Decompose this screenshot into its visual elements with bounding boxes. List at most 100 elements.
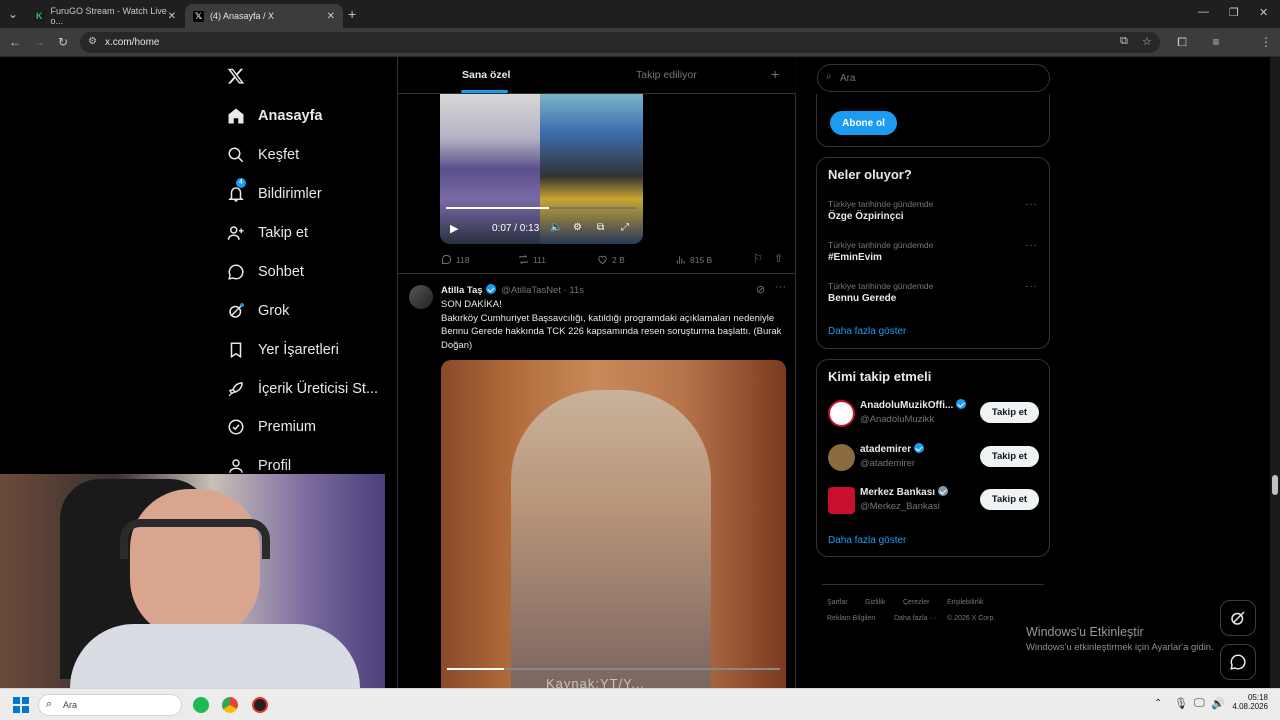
nav-explore[interactable]: Keşfet: [227, 143, 299, 167]
tweet-author-name[interactable]: Atilla Taş: [441, 285, 483, 296]
media-icon[interactable]: ≡: [1209, 35, 1223, 49]
taskbar-clock[interactable]: 05:18 4.08.2026: [1230, 693, 1268, 711]
repost-button[interactable]: 111: [518, 254, 546, 265]
footer-link[interactable]: Şartlar: [827, 599, 848, 606]
nav-home[interactable]: Anasayfa: [227, 104, 322, 128]
site-info-icon[interactable]: ⚙: [88, 36, 97, 47]
suggestion-name-text: Merkez Bankası: [860, 487, 936, 498]
search-icon: [228, 147, 244, 163]
play-icon[interactable]: ▶: [450, 222, 458, 235]
spotify-icon[interactable]: [193, 697, 209, 713]
footer-link[interactable]: Erişilebilirlik: [947, 599, 984, 606]
tab-search-icon[interactable]: ⌄: [6, 7, 20, 21]
taskbar-search-input[interactable]: ⌕ Ara: [38, 694, 182, 716]
suggestion-name[interactable]: Merkez Bankası: [860, 486, 949, 498]
x-logo-icon[interactable]: [227, 67, 245, 85]
tab-for-you[interactable]: Sana özel: [462, 69, 510, 81]
tweet-time[interactable]: · 11s: [564, 285, 584, 296]
close-window-icon[interactable]: ✕: [1259, 6, 1268, 19]
show-more-link[interactable]: Daha fazla göster: [828, 535, 906, 546]
more-options-icon[interactable]: ···: [1025, 281, 1038, 292]
windows-taskbar: ⌕ Ara ⌃ 🎙 🖵 🔊 05:18 4.08.2026: [0, 688, 1280, 720]
add-tab-icon[interactable]: +: [771, 66, 779, 82]
more-options-icon[interactable]: ···: [1025, 199, 1038, 210]
share-icon[interactable]: ⇧: [774, 252, 783, 265]
footer-link[interactable]: Çerezler: [903, 599, 929, 606]
scrollbar-thumb[interactable]: [1272, 475, 1278, 495]
bookmark-icon[interactable]: ⚐: [753, 252, 763, 265]
extensions-icon[interactable]: ⧠: [1175, 35, 1189, 49]
new-tab-button[interactable]: +: [348, 6, 356, 22]
trend-name[interactable]: Bennu Gerede: [828, 293, 896, 304]
tweet-video[interactable]: Kaynak:YT/Y...: [441, 360, 786, 688]
follow-button[interactable]: Takip et: [980, 402, 1039, 423]
trend-name[interactable]: Özge Özpirinçci: [828, 211, 904, 222]
avatar[interactable]: [828, 400, 855, 427]
scrollbar[interactable]: [1270, 57, 1280, 688]
footer-link[interactable]: Reklam Bilgileri: [827, 615, 875, 622]
tab-following[interactable]: Takip ediliyor: [636, 69, 697, 81]
nav-premium[interactable]: Premium: [227, 415, 316, 439]
like-button[interactable]: 2 B: [597, 254, 625, 265]
volume-icon[interactable]: 🔊: [1211, 697, 1225, 710]
subscribe-button[interactable]: Abone ol: [830, 111, 897, 135]
video-progress-track[interactable]: [446, 207, 636, 209]
nav-notifications[interactable]: 4 Bildirimler: [227, 178, 322, 206]
bookmark-icon: [230, 342, 242, 359]
reply-button[interactable]: 118: [441, 254, 470, 265]
video-progress-track[interactable]: [447, 668, 780, 670]
settings-icon[interactable]: ⚙: [573, 222, 582, 233]
nav-grok[interactable]: Grok: [227, 299, 289, 323]
nav-follow[interactable]: Takip et: [227, 221, 308, 245]
browser-tab-furugo[interactable]: K FuruGO Stream - Watch Live o... ✕: [26, 4, 184, 28]
close-tab-icon[interactable]: ✕: [168, 11, 176, 22]
reload-icon[interactable]: ↻: [56, 35, 70, 49]
trend-name[interactable]: #EminEvim: [828, 252, 882, 263]
pip-icon[interactable]: ⧉: [597, 222, 604, 233]
follow-button[interactable]: Takip et: [980, 446, 1039, 467]
suggestion-name[interactable]: AnadoluMuzikOffi...: [860, 399, 967, 411]
close-tab-icon[interactable]: ✕: [327, 11, 335, 22]
minimize-icon[interactable]: —: [1198, 6, 1209, 18]
install-app-icon[interactable]: ⧉: [1120, 35, 1128, 48]
more-options-icon[interactable]: ···: [775, 281, 786, 293]
messages-float-button[interactable]: [1220, 644, 1256, 680]
microphone-icon[interactable]: 🎙: [1174, 697, 1188, 710]
avatar[interactable]: [828, 487, 855, 514]
volume-icon[interactable]: 🔈: [550, 222, 562, 233]
forward-icon[interactable]: →: [32, 35, 46, 49]
views-button[interactable]: 815 B: [675, 254, 712, 265]
grok-explain-icon[interactable]: ⊘: [756, 283, 765, 296]
show-more-link[interactable]: Daha fazla göster: [828, 326, 906, 337]
chrome-icon[interactable]: [222, 697, 238, 713]
more-options-icon[interactable]: ···: [1025, 240, 1038, 251]
premium-card: Abone ol: [816, 94, 1050, 147]
bookmark-star-icon[interactable]: ☆: [1142, 35, 1152, 48]
avatar[interactable]: [409, 285, 433, 309]
nav-chat[interactable]: Sohbet: [227, 260, 304, 284]
grok-float-button[interactable]: [1220, 600, 1256, 636]
fullscreen-icon[interactable]: ⤢: [621, 222, 629, 233]
windows-start-icon[interactable]: [13, 697, 29, 713]
video-player[interactable]: ▶ 0:07 / 0:13 🔈 ⚙ ⧉ ⤢: [440, 94, 643, 244]
suggestion-name[interactable]: atademirer: [860, 443, 925, 455]
footer-link[interactable]: Gizlilik: [865, 599, 885, 606]
browser-toolbar: ← → ↻ ⚙ x.com/home ⧉ ☆ ⧠ ≡ ⋮: [0, 28, 1280, 77]
nav-creator-studio[interactable]: İçerik Üreticisi St...: [227, 377, 378, 401]
nav-bookmarks[interactable]: Yer İşaretleri: [227, 338, 339, 362]
obs-icon[interactable]: [252, 697, 268, 713]
restore-icon[interactable]: ❐: [1229, 6, 1239, 19]
tweet-author-handle[interactable]: @AtillaTasNet: [501, 285, 561, 296]
follow-button[interactable]: Takip et: [980, 489, 1039, 510]
browser-tab-x[interactable]: 𝕏 (4) Anasayfa / X ✕: [185, 4, 343, 28]
suggestion-handle: @Merkez_Bankasi: [860, 501, 940, 512]
avatar[interactable]: [828, 444, 855, 471]
search-input[interactable]: ⌕ Ara: [817, 64, 1050, 92]
back-icon[interactable]: ←: [8, 35, 22, 49]
address-bar[interactable]: ⚙ x.com/home ⧉ ☆: [80, 32, 1160, 53]
windows-activation-title: Windows'u Etkinleştir: [1026, 625, 1144, 639]
tray-overflow-icon[interactable]: ⌃: [1154, 698, 1162, 709]
network-icon[interactable]: 🖵: [1194, 697, 1205, 710]
footer-link[interactable]: Daha fazla ···: [894, 615, 936, 622]
menu-icon[interactable]: ⋮: [1259, 35, 1273, 49]
